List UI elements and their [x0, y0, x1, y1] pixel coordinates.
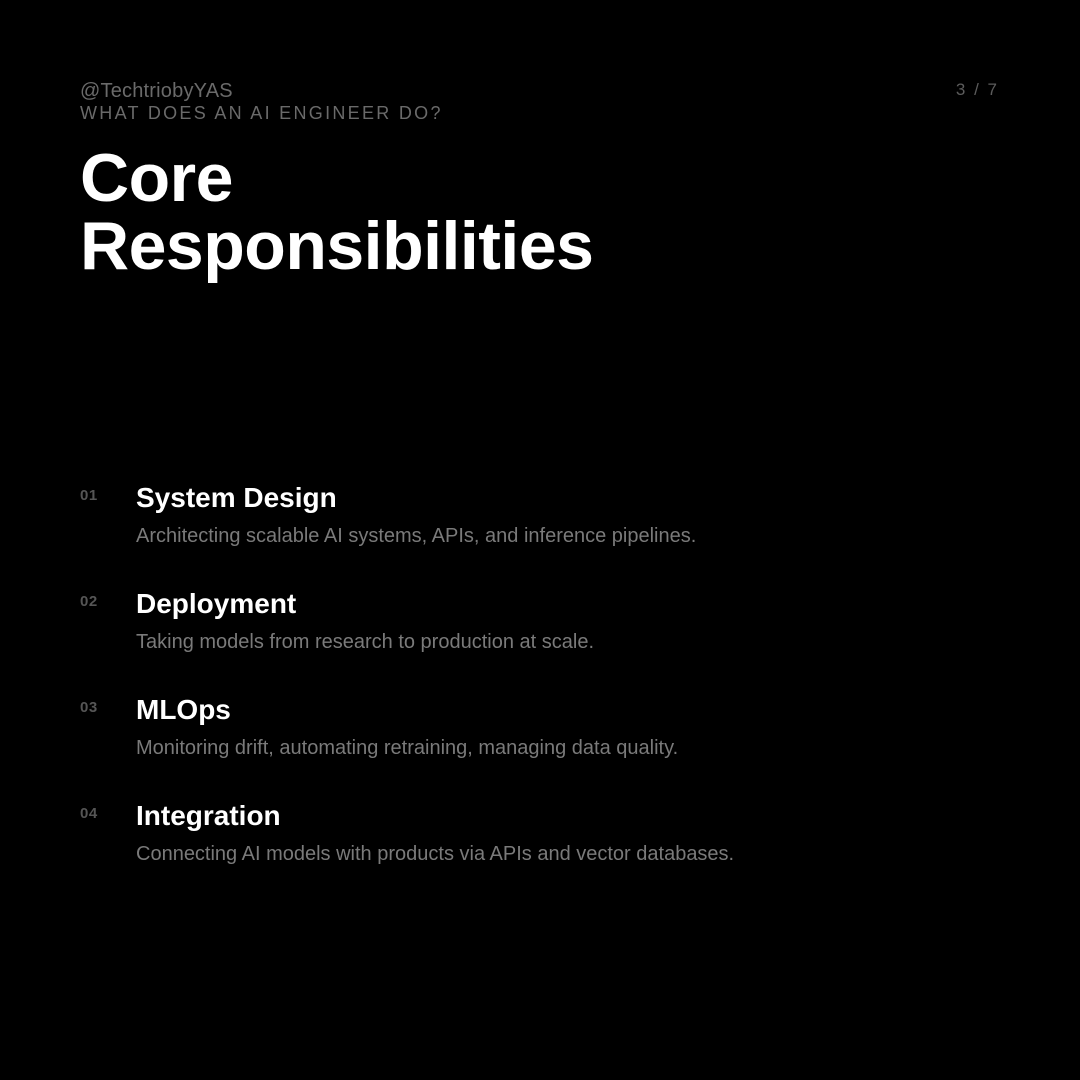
item-heading: MLOps — [136, 694, 231, 725]
eyebrow-label: WHAT DOES AN AI ENGINEER DO? — [80, 103, 443, 123]
page-counter: 3 / 7 — [955, 80, 999, 99]
item-description: Taking models from research to productio… — [136, 631, 594, 653]
item-heading: Deployment — [136, 588, 297, 619]
item-heading: Integration — [136, 800, 281, 831]
page-title-line-1: Core — [80, 140, 233, 216]
page-title: Core Responsibilities — [80, 140, 594, 284]
list-item: 02 Deployment Taking models from researc… — [80, 586, 980, 692]
item-number: 04 — [80, 805, 98, 822]
account-handle: @TechtriobyYAS — [80, 80, 233, 102]
list-item: 01 System Design Architecting scalable A… — [80, 480, 980, 586]
list-item: 03 MLOps Monitoring drift, automating re… — [80, 692, 980, 798]
item-heading: System Design — [136, 482, 337, 513]
page-title-line-2: Responsibilities — [80, 208, 594, 284]
item-description: Monitoring drift, automating retraining,… — [136, 737, 679, 759]
item-number: 01 — [80, 487, 98, 504]
item-number: 02 — [80, 593, 98, 610]
item-description: Architecting scalable AI systems, APIs, … — [136, 525, 697, 547]
responsibility-list: 01 System Design Architecting scalable A… — [80, 480, 980, 904]
list-item: 04 Integration Connecting AI models with… — [80, 798, 980, 904]
item-number: 03 — [80, 699, 98, 716]
item-description: Connecting AI models with products via A… — [136, 843, 735, 865]
